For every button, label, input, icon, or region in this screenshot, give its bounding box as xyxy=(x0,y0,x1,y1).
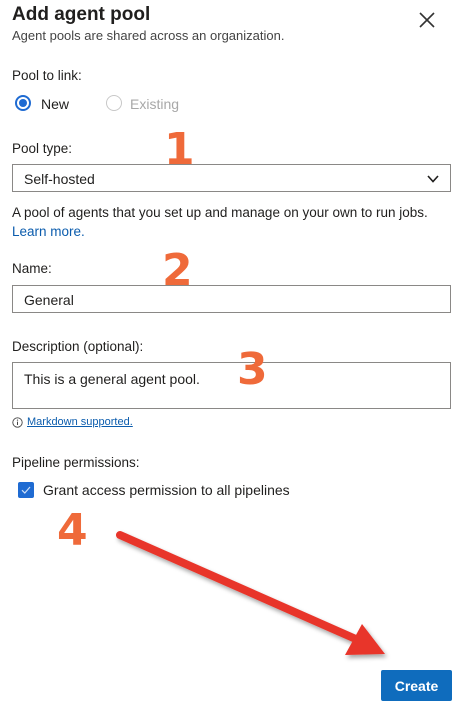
radio-existing[interactable] xyxy=(106,95,122,111)
checkmark-icon xyxy=(21,486,31,494)
markdown-supported-link[interactable]: Markdown supported. xyxy=(27,416,133,428)
pool-to-link-label: Pool to link: xyxy=(12,68,82,83)
radio-new[interactable] xyxy=(15,95,31,111)
pool-type-help: A pool of agents that you set up and man… xyxy=(12,203,452,241)
name-field-value: General xyxy=(24,292,74,308)
pool-type-help-text: A pool of agents that you set up and man… xyxy=(12,205,428,220)
description-field-value: This is a general agent pool. xyxy=(24,371,200,387)
add-agent-pool-panel: Add agent pool Agent pools are shared ac… xyxy=(0,0,461,708)
close-icon[interactable] xyxy=(416,9,438,31)
annotation-arrow xyxy=(116,531,385,655)
pipeline-permissions-label: Pipeline permissions: xyxy=(12,455,140,470)
description-field[interactable]: This is a general agent pool. xyxy=(12,362,451,409)
chevron-down-icon xyxy=(427,175,439,183)
description-label: Description (optional): xyxy=(12,339,144,354)
pool-type-dropdown[interactable]: Self-hosted xyxy=(12,164,451,192)
pool-type-value: Self-hosted xyxy=(24,171,95,187)
learn-more-link[interactable]: Learn more. xyxy=(12,224,85,239)
name-field[interactable]: General xyxy=(12,285,451,313)
create-button[interactable]: Create xyxy=(381,670,452,701)
name-label: Name: xyxy=(12,261,52,276)
info-icon xyxy=(12,417,23,428)
grant-access-label[interactable]: Grant access permission to all pipelines xyxy=(43,482,290,498)
step-number-3: 3 xyxy=(237,344,268,395)
radio-new-label[interactable]: New xyxy=(41,96,69,112)
step-number-4: 4 xyxy=(57,505,88,556)
step-number-2: 2 xyxy=(162,245,193,296)
panel-subtitle: Agent pools are shared across an organiz… xyxy=(12,28,285,43)
pool-type-label: Pool type: xyxy=(12,141,73,156)
radio-existing-label[interactable]: Existing xyxy=(130,96,179,112)
grant-access-checkbox[interactable] xyxy=(18,482,34,498)
panel-title: Add agent pool xyxy=(12,4,151,25)
step-number-1: 1 xyxy=(164,124,195,175)
